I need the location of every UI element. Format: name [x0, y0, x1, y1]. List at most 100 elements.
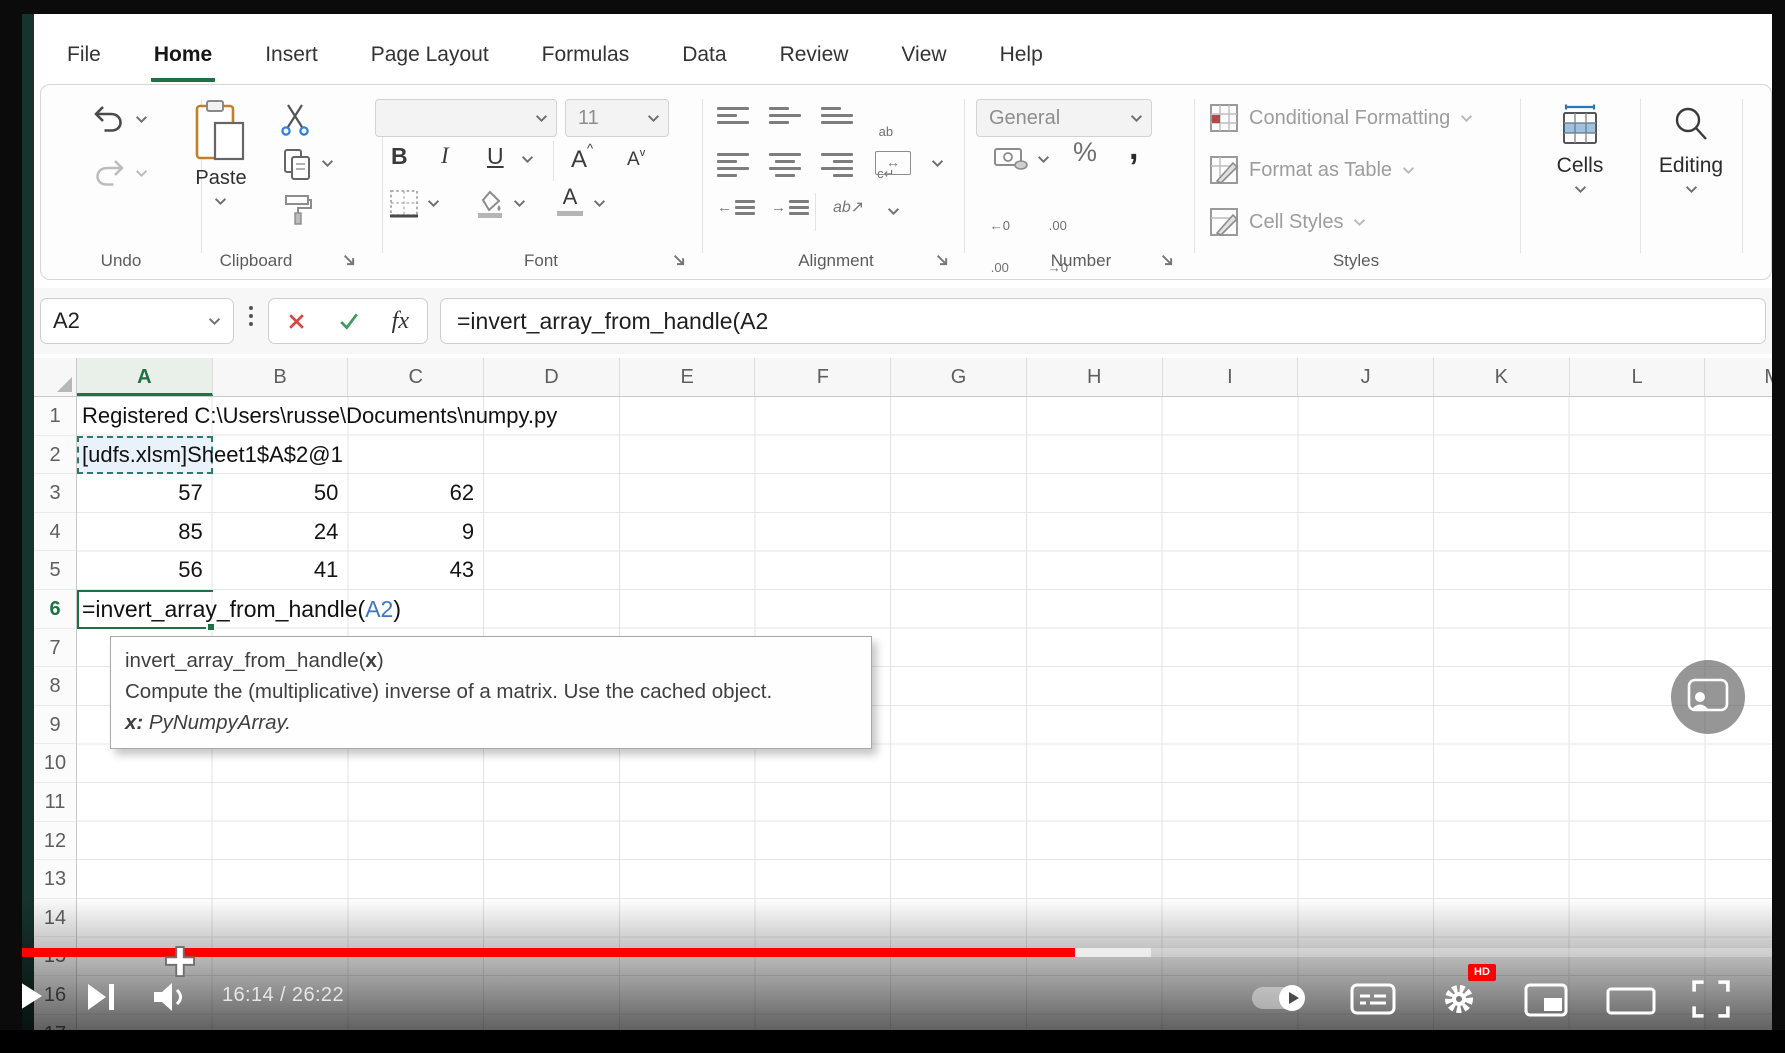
- font-color-button[interactable]: A: [557, 185, 583, 216]
- bold-button[interactable]: B: [391, 143, 408, 170]
- cell-C3[interactable]: 62: [348, 474, 474, 513]
- percent-button[interactable]: %: [1073, 137, 1097, 168]
- underline-dropdown-icon[interactable]: [521, 155, 534, 164]
- name-box[interactable]: A2: [40, 298, 234, 344]
- cell-A6-formula[interactable]: =invert_array_from_handle(A2): [82, 590, 401, 629]
- font-dialog-launcher-icon[interactable]: [671, 252, 688, 269]
- column-header-C[interactable]: C: [348, 358, 484, 396]
- redo-dropdown-icon[interactable]: [135, 169, 148, 178]
- align-middle-button[interactable]: [769, 103, 801, 128]
- row-header-2[interactable]: 2: [34, 436, 76, 475]
- column-header-D[interactable]: D: [484, 358, 620, 396]
- alignment-dialog-launcher-icon[interactable]: [934, 252, 951, 269]
- increase-font-button[interactable]: A^: [571, 141, 593, 174]
- volume-icon[interactable]: [152, 980, 188, 1014]
- column-header-A[interactable]: A: [77, 358, 213, 396]
- enter-check-icon[interactable]: [339, 312, 359, 330]
- decrease-indent-button[interactable]: ←: [717, 197, 755, 218]
- comma-button[interactable]: ,: [1129, 129, 1138, 168]
- cell-B3[interactable]: 50: [213, 474, 339, 513]
- font-color-dropdown-icon[interactable]: [593, 199, 606, 208]
- paste-button[interactable]: [193, 99, 249, 168]
- select-all-corner[interactable]: [34, 358, 77, 397]
- accounting-dropdown-icon[interactable]: [1037, 155, 1050, 164]
- fill-color-button[interactable]: [473, 187, 507, 226]
- tab-insert[interactable]: Insert: [262, 33, 321, 82]
- cell-A5[interactable]: 56: [77, 551, 203, 590]
- channel-watermark-button[interactable]: [1671, 660, 1745, 734]
- tab-file[interactable]: File: [64, 33, 104, 82]
- decrease-font-button[interactable]: Av: [627, 147, 645, 171]
- column-header-G[interactable]: G: [891, 358, 1027, 396]
- cells-button[interactable]: Cells: [1544, 103, 1616, 194]
- borders-button[interactable]: [387, 187, 421, 226]
- cut-button[interactable]: [279, 103, 311, 142]
- tab-help[interactable]: Help: [997, 33, 1046, 82]
- tab-formulas[interactable]: Formulas: [539, 33, 633, 82]
- tab-page-layout[interactable]: Page Layout: [368, 33, 492, 82]
- row-header-10[interactable]: 10: [34, 744, 76, 783]
- cell-A3[interactable]: 57: [77, 474, 203, 513]
- column-header-K[interactable]: K: [1434, 358, 1570, 396]
- number-dialog-launcher-icon[interactable]: [1159, 252, 1176, 269]
- column-header-F[interactable]: F: [756, 358, 892, 396]
- cell-A2-text[interactable]: [udfs.xlsm]Sheet1$A$2@1: [82, 436, 343, 475]
- merge-dropdown-icon[interactable]: [931, 159, 944, 168]
- column-header-B[interactable]: B: [213, 358, 349, 396]
- tab-review[interactable]: Review: [777, 33, 852, 82]
- cell-C4[interactable]: 9: [348, 513, 474, 552]
- next-icon[interactable]: [86, 982, 118, 1012]
- row-header-12[interactable]: 12: [34, 822, 76, 861]
- row-header-6[interactable]: 6: [34, 590, 76, 629]
- cell-B5[interactable]: 41: [213, 551, 339, 590]
- captions-icon[interactable]: [1350, 982, 1396, 1016]
- decrease-decimal-button[interactable]: .00 →0: [1047, 191, 1069, 303]
- column-header-M[interactable]: M: [1705, 358, 1772, 396]
- progress-bar[interactable]: [0, 948, 1785, 957]
- tab-home[interactable]: Home: [151, 33, 215, 82]
- row-header-13[interactable]: 13: [34, 860, 76, 899]
- autoplay-toggle[interactable]: [1252, 987, 1304, 1009]
- column-header-J[interactable]: J: [1298, 358, 1434, 396]
- cell-A1-text[interactable]: Registered C:\Users\russe\Documents\nump…: [82, 397, 557, 436]
- merge-center-button[interactable]: ↔: [875, 151, 911, 175]
- settings-gear-icon[interactable]: [1440, 980, 1478, 1018]
- underline-button[interactable]: U: [487, 143, 504, 170]
- format-as-table-button[interactable]: Format as Table: [1209, 155, 1415, 185]
- align-right-button[interactable]: [821, 149, 853, 181]
- fill-color-dropdown-icon[interactable]: [513, 199, 526, 208]
- row-header-8[interactable]: 8: [34, 667, 76, 706]
- copy-dropdown-icon[interactable]: [321, 159, 334, 168]
- column-header-L[interactable]: L: [1570, 358, 1706, 396]
- borders-dropdown-icon[interactable]: [427, 199, 440, 208]
- orientation-dropdown-icon[interactable]: [887, 207, 900, 216]
- font-size-combo[interactable]: 11: [565, 99, 669, 137]
- clipboard-dialog-launcher-icon[interactable]: [341, 252, 358, 269]
- miniplayer-icon[interactable]: [1524, 983, 1568, 1017]
- increase-decimal-button[interactable]: ←0 .00: [989, 191, 1011, 303]
- align-bottom-button[interactable]: [821, 103, 853, 128]
- format-painter-button[interactable]: [281, 193, 313, 232]
- number-format-combo[interactable]: General: [976, 99, 1152, 137]
- row-header-3[interactable]: 3: [34, 474, 76, 513]
- row-header-9[interactable]: 9: [34, 706, 76, 745]
- theater-mode-icon[interactable]: [1606, 987, 1656, 1015]
- row-header-5[interactable]: 5: [34, 551, 76, 590]
- undo-dropdown-icon[interactable]: [135, 115, 148, 124]
- orientation-button[interactable]: ab↗: [833, 197, 864, 217]
- row-header-7[interactable]: 7: [34, 629, 76, 668]
- column-header-E[interactable]: E: [620, 358, 756, 396]
- undo-button[interactable]: [91, 103, 127, 140]
- cell-C5[interactable]: 43: [348, 551, 474, 590]
- formula-input[interactable]: =invert_array_from_handle(A2: [440, 298, 1766, 344]
- row-header-1[interactable]: 1: [34, 397, 76, 436]
- insert-function-icon[interactable]: fx: [392, 308, 409, 335]
- row-header-4[interactable]: 4: [34, 513, 76, 552]
- increase-indent-button[interactable]: →: [771, 197, 809, 218]
- align-top-button[interactable]: [717, 103, 749, 128]
- align-center-button[interactable]: [769, 149, 801, 181]
- copy-button[interactable]: [281, 147, 313, 186]
- fullscreen-icon[interactable]: [1692, 980, 1730, 1018]
- column-header-H[interactable]: H: [1027, 358, 1163, 396]
- paste-dropdown-icon[interactable]: [214, 197, 227, 206]
